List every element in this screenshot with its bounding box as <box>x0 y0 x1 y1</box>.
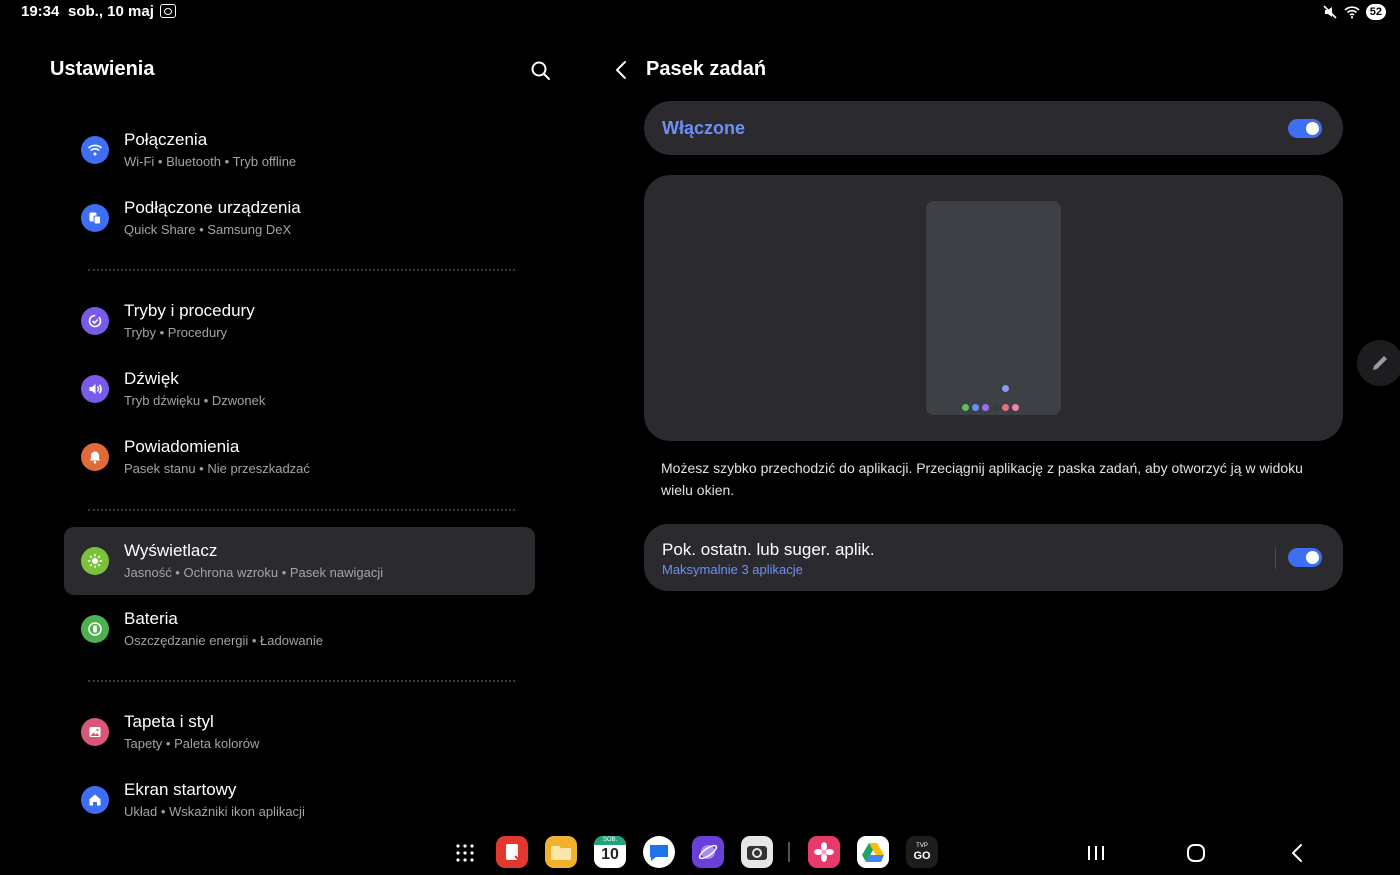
page-title: Pasek zadań <box>646 58 767 80</box>
screenshot-icon <box>160 4 176 18</box>
settings-item-connected-devices[interactable]: Podłączone urządzenia Quick Share • Sams… <box>64 184 535 252</box>
notes-app-icon[interactable] <box>496 836 528 868</box>
image-icon <box>81 718 109 746</box>
recent-apps-title: Pok. ostatn. lub suger. aplik. <box>662 540 875 559</box>
tvp-go-label: GO <box>913 850 931 862</box>
preview-app-dot <box>1002 404 1009 411</box>
recent-apps-nav-icon[interactable] <box>1083 840 1109 866</box>
preview-app-dot <box>992 404 999 411</box>
preview-device <box>926 201 1061 415</box>
taskbar-preview <box>644 175 1343 441</box>
tvp-label: TVP <box>916 843 928 849</box>
item-subtitle: Tryby • Procedury <box>124 325 228 340</box>
item-title: Ekran startowy <box>124 780 237 799</box>
gallery-app-icon[interactable] <box>808 836 840 868</box>
item-title: Wyświetlacz <box>124 541 218 560</box>
status-date: sob., 10 maj <box>68 3 154 20</box>
calendar-app-icon[interactable]: SOB. 10 <box>594 836 626 868</box>
pencil-icon <box>1373 356 1387 370</box>
item-subtitle: Wi-Fi • Bluetooth • Tryb offline <box>124 154 297 169</box>
settings-title: Ustawienia <box>50 58 155 80</box>
item-title: Dźwięk <box>124 369 179 388</box>
settings-item-connections[interactable]: Połączenia Wi-Fi • Bluetooth • Tryb offl… <box>64 116 535 184</box>
item-subtitle: Quick Share • Samsung DeX <box>124 222 292 237</box>
settings-item-sound[interactable]: Dźwięk Tryb dźwięku • Dzwonek <box>64 355 535 423</box>
back-arrow-icon[interactable] <box>610 58 632 82</box>
divider <box>88 269 515 271</box>
wifi-icon <box>81 136 109 164</box>
item-subtitle: Jasność • Ochrona wzroku • Pasek nawigac… <box>124 565 384 580</box>
item-title: Tryby i procedury <box>124 301 255 320</box>
battery-badge: 52 <box>1365 4 1386 20</box>
settings-item-notifications[interactable]: Powiadomienia Pasek stanu • Nie przeszka… <box>64 423 535 491</box>
speaker-icon <box>81 375 109 403</box>
preview-app-dot <box>1012 404 1019 411</box>
item-title: Podłączone urządzenia <box>124 198 301 217</box>
item-subtitle: Tryb dźwięku • Dzwonek <box>124 393 266 408</box>
item-subtitle: Układ • Wskaźniki ikon aplikacji <box>124 804 305 819</box>
preview-taskbar <box>962 404 1019 411</box>
back-nav-icon[interactable] <box>1285 840 1311 866</box>
item-subtitle: Oszczędzanie energii • Ładowanie <box>124 633 323 648</box>
battery-icon <box>81 615 109 643</box>
recent-apps-subtitle: Maksymalnie 3 aplikacje <box>662 562 803 577</box>
wifi-icon <box>1344 6 1360 19</box>
preview-app-dot <box>982 404 989 411</box>
recent-apps-toggle[interactable] <box>1288 548 1322 567</box>
apps-grid-icon[interactable] <box>454 842 476 864</box>
check-circle-icon <box>81 307 109 335</box>
settings-item-display[interactable]: Wyświetlacz Jasność • Ochrona wzroku • P… <box>64 527 535 595</box>
edit-pencil-button[interactable] <box>1357 340 1400 386</box>
item-title: Tapeta i styl <box>124 712 214 731</box>
settings-item-modes-routines[interactable]: Tryby i procedury Tryby • Procedury <box>64 287 535 355</box>
preview-app-dot <box>972 404 979 411</box>
home-icon <box>81 786 109 814</box>
preview-app-dot <box>962 404 969 411</box>
settings-item-battery[interactable]: Bateria Oszczędzanie energii • Ładowanie <box>64 595 535 663</box>
files-app-icon[interactable] <box>545 836 577 868</box>
master-toggle[interactable] <box>1288 119 1322 138</box>
status-bar: 19:34 sob., 10 maj 52 <box>0 0 1400 26</box>
item-title: Bateria <box>124 609 178 628</box>
calendar-weekday: SOB. <box>594 836 626 845</box>
home-nav-icon[interactable] <box>1183 840 1209 866</box>
messages-app-icon[interactable] <box>643 836 675 868</box>
preview-recent-dot <box>1002 385 1009 392</box>
divider <box>1275 547 1276 569</box>
item-title: Powiadomienia <box>124 437 240 456</box>
recent-apps-row[interactable]: Pok. ostatn. lub suger. aplik. Maksymaln… <box>644 524 1343 591</box>
mute-icon <box>1323 5 1337 19</box>
sun-icon <box>81 547 109 575</box>
camera-app-icon[interactable] <box>741 836 773 868</box>
calendar-day: 10 <box>601 846 619 863</box>
status-time: 19:34 <box>21 3 60 20</box>
devices-icon <box>81 204 109 232</box>
taskbar-separator <box>788 842 790 862</box>
taskbar: SOB. 10 TVP GO <box>0 830 1400 875</box>
divider <box>88 680 515 682</box>
settings-item-home-screen[interactable]: Ekran startowy Układ • Wskaźniki ikon ap… <box>64 766 535 834</box>
taskbar-description: Możesz szybko przechodzić do aplikacji. … <box>661 460 1303 498</box>
taskbar-master-switch-row[interactable]: Włączone <box>644 101 1343 155</box>
browser-app-icon[interactable] <box>692 836 724 868</box>
drive-app-icon[interactable] <box>857 836 889 868</box>
tvp-go-app-icon[interactable]: TVP GO <box>906 836 938 868</box>
status-icons: 52 <box>1322 3 1386 21</box>
master-switch-label: Włączone <box>662 118 746 138</box>
item-subtitle: Pasek stanu • Nie przeszkadzać <box>124 461 310 476</box>
item-title: Połączenia <box>124 130 208 149</box>
settings-item-wallpaper-style[interactable]: Tapeta i styl Tapety • Paleta kolorów <box>64 698 535 766</box>
divider <box>88 509 515 511</box>
search-icon[interactable] <box>529 59 553 83</box>
bell-icon <box>81 443 109 471</box>
item-subtitle: Tapety • Paleta kolorów <box>124 736 260 751</box>
